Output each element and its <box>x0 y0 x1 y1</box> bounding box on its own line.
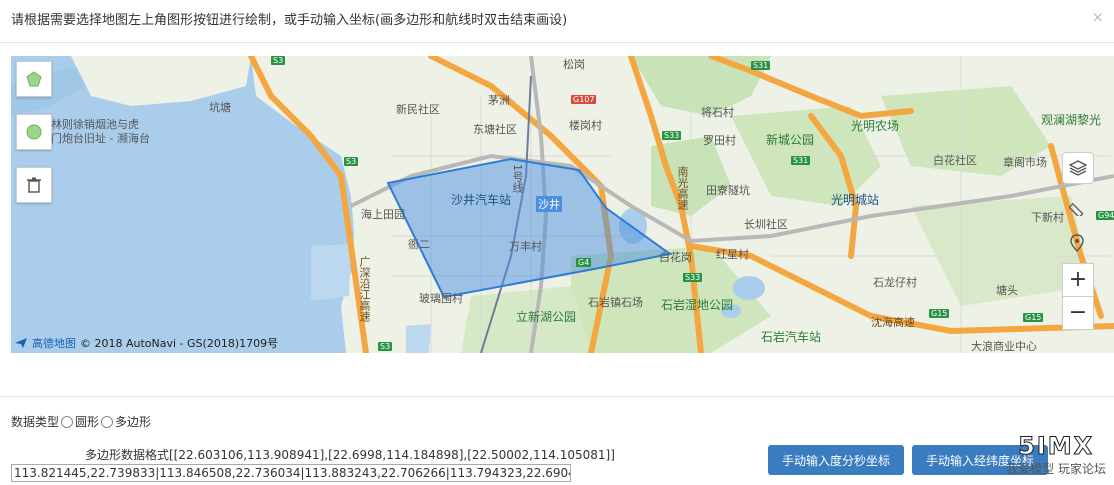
map-label: 楼岗村 <box>569 119 602 132</box>
map-label: 新民社区 <box>396 103 440 116</box>
road-label: 南光高速 <box>676 166 689 210</box>
location-pin-icon <box>1070 234 1084 252</box>
road-tag: S31 <box>791 156 811 165</box>
map-label: 光明农场 <box>851 119 900 133</box>
watermark-logo: 5IMX 我爱模型 玩家论坛 <box>1006 432 1106 477</box>
map-label: 石岩镇石场 <box>588 296 643 309</box>
map-label: 大浪商业中心 <box>971 340 1037 353</box>
draw-circle-button[interactable] <box>16 114 52 150</box>
ruler-button[interactable] <box>1062 193 1092 223</box>
dialog-header: 请根据需要选择地图左上角图形按钮进行绘制，或手动输入坐标(画多边形和航线时双击结… <box>0 0 1114 43</box>
copyright-text: © 2018 AutoNavi - GS(2018)1709号 <box>80 337 279 350</box>
map-label: 海上田园 <box>361 208 405 221</box>
road-tag: G15 <box>1023 313 1044 322</box>
layers-button[interactable] <box>1062 152 1094 184</box>
road-label: 1号线 <box>511 164 524 193</box>
section-divider <box>0 396 1114 397</box>
map-label: 章阁市场 <box>1003 156 1047 169</box>
map-label: 门炮台旧址 - 濒海台 <box>51 132 150 145</box>
map-label: 塘头 <box>996 284 1018 297</box>
map-label: 立新湖公园 <box>516 310 577 324</box>
map-label: 田寮隧坑 <box>706 184 750 197</box>
road-tag: G107 <box>571 95 597 104</box>
map-label: 衙二 <box>408 238 430 251</box>
amap-logo-text: 高德地图 <box>32 337 76 350</box>
map-attribution: 高德地图 © 2018 AutoNavi - GS(2018)1709号 <box>14 335 278 351</box>
map-label: 石岩汽车站 <box>761 330 822 344</box>
map-label: 白花岗 <box>659 251 692 264</box>
watermark-title: 5IMX <box>1018 432 1095 461</box>
data-type-label: 数据类型 <box>11 415 60 429</box>
plus-icon: + <box>1068 267 1088 292</box>
map-label: 光明城站 <box>831 193 880 207</box>
road-tag: S3 <box>271 56 286 65</box>
map-label: 松岗 <box>563 58 585 71</box>
map-label: 石龙仔村 <box>873 276 917 289</box>
data-type-row: 数据类型 圆形 多边形 <box>11 413 151 430</box>
road-tag: S3 <box>378 342 393 351</box>
locate-button[interactable] <box>1062 228 1092 258</box>
dialog-title: 请根据需要选择地图左上角图形按钮进行绘制，或手动输入坐标(画多边形和航线时双击结… <box>11 13 568 28</box>
road-tag: S33 <box>683 273 703 282</box>
circle-radio[interactable] <box>61 415 74 428</box>
draw-polygon-button[interactable] <box>16 61 52 97</box>
circle-icon <box>26 124 42 140</box>
road-tag: S3 <box>344 157 359 166</box>
map-label: 万丰村 <box>509 240 542 253</box>
close-icon[interactable]: × <box>1091 8 1104 26</box>
map-label: 罗田村 <box>703 134 736 147</box>
layers-icon <box>1069 160 1087 176</box>
manual-dms-button[interactable]: 手动输入度分秒坐标 <box>768 445 904 475</box>
polygon-radio-label: 多边形 <box>115 415 152 429</box>
delete-shape-button[interactable] <box>16 167 52 203</box>
map-label: 观澜湖黎光 <box>1041 113 1102 127</box>
polygon-radio[interactable] <box>101 415 114 428</box>
polygon-icon <box>26 71 42 87</box>
watermark-subtitle: 我爱模型 玩家论坛 <box>1006 462 1106 476</box>
ruler-icon <box>1069 202 1084 216</box>
map-label: 沙井汽车站 <box>451 193 512 207</box>
map-label: 新城公园 <box>766 133 815 147</box>
coordinates-textarea[interactable]: 113.821445,22.739833|113.846508,22.73603… <box>11 464 571 482</box>
road-tag: G4 <box>576 258 592 267</box>
circle-radio-label: 圆形 <box>75 415 100 429</box>
road-label: 沈海高速 <box>871 316 915 329</box>
map-label: 茅洲 <box>488 94 510 107</box>
road-tag: G15 <box>929 309 950 318</box>
road-tag: S31 <box>751 61 771 70</box>
minus-icon: − <box>1068 300 1088 325</box>
zoom-out-button[interactable]: − <box>1062 296 1094 330</box>
map-label: 东塘社区 <box>473 123 517 136</box>
map-label: 将石村 <box>701 106 734 119</box>
map-label: 坑塘 <box>209 101 231 114</box>
map-view[interactable]: 林则徐销烟池与虎 门炮台旧址 - 濒海台 坑塘 新民社区 茅洲 东塘社区 松岗 … <box>11 56 1114 353</box>
map-label: 下新村 <box>1031 211 1064 224</box>
zoom-in-button[interactable]: + <box>1062 263 1094 297</box>
map-label: 石岩湿地公园 <box>661 298 734 312</box>
map-label: 玻璃围村 <box>419 292 463 305</box>
map-label: 红星村 <box>716 248 749 261</box>
map-label: 长圳社区 <box>744 218 788 231</box>
amap-logo-icon <box>15 338 27 348</box>
map-label: 沙井 <box>536 196 562 212</box>
road-tag: G94 <box>1096 211 1114 220</box>
format-hint: 多边形数据格式[[22.603106,113.908941],[22.6998,… <box>85 448 615 462</box>
trash-icon <box>27 177 41 193</box>
road-tag: S33 <box>662 131 682 140</box>
road-label: 广深沿江高速 <box>358 256 371 322</box>
map-label: 白花社区 <box>933 154 977 167</box>
